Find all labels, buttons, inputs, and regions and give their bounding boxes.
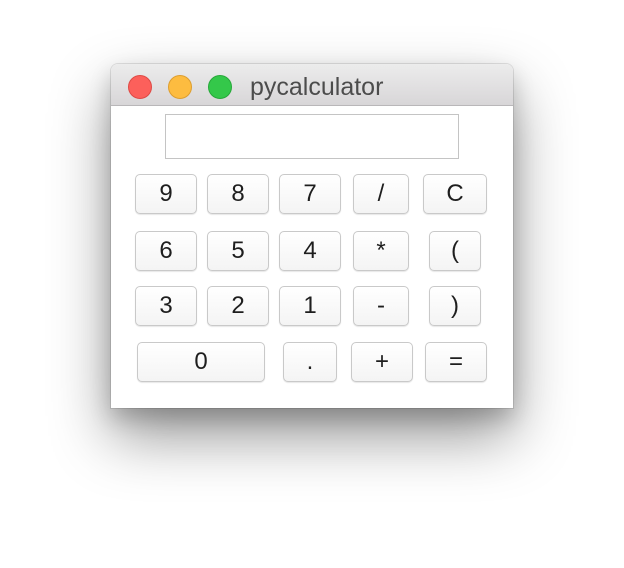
title-bar[interactable]: pycalculator	[111, 64, 513, 106]
key-0-button[interactable]: 0	[137, 342, 265, 382]
key-open-paren-button[interactable]: (	[429, 231, 481, 271]
key-decimal-button[interactable]: .	[283, 342, 337, 382]
key-clear-button[interactable]: C	[423, 174, 487, 214]
zoom-window-button[interactable]	[208, 75, 232, 99]
key-8-button[interactable]: 8	[207, 174, 269, 214]
key-1-button[interactable]: 1	[279, 286, 341, 326]
key-5-button[interactable]: 5	[207, 231, 269, 271]
calculator-window: pycalculator 9 8 7 / C 6 5 4 * (3 2 1-) 0. + =	[111, 64, 513, 408]
key-divide-button[interactable]: /	[353, 174, 409, 214]
key-3-button[interactable]: 3	[135, 286, 197, 326]
close-window-button[interactable]	[128, 75, 152, 99]
calculator-display[interactable]	[165, 114, 459, 159]
key-minus-button[interactable]: -	[353, 286, 409, 326]
minimize-window-button[interactable]	[168, 75, 192, 99]
key-2-button[interactable]: 2	[207, 286, 269, 326]
key-9-button[interactable]: 9	[135, 174, 197, 214]
desktop-background: pycalculator 9 8 7 / C 6 5 4 * (3 2 1-) 0. + =	[0, 0, 624, 568]
window-title: pycalculator	[250, 73, 384, 101]
key-multiply-button[interactable]: *	[353, 231, 409, 271]
key-4-button[interactable]: 4	[279, 231, 341, 271]
key-7-button[interactable]: 7	[279, 174, 341, 214]
key-close-paren-button[interactable]: )	[429, 286, 481, 326]
key-plus-button[interactable]: +	[351, 342, 413, 382]
key-6-button[interactable]: 6	[135, 231, 197, 271]
key-equals-button[interactable]: =	[425, 342, 487, 382]
